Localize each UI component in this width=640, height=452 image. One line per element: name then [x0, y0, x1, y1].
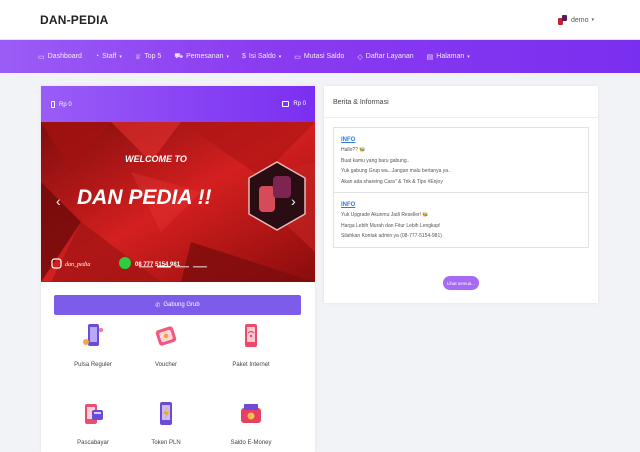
- nav-item-label: Dashboard: [47, 53, 82, 60]
- nav-item-label: Top 5: [144, 53, 162, 60]
- news-line: Yuk gabung Grup wa...Jangan malu bertany…: [341, 168, 451, 174]
- nav-item-daftar-layanan[interactable]: ◇ Daftar Layanan: [357, 53, 413, 61]
- service-voucher[interactable]: Voucher: [126, 322, 206, 368]
- news-item: INFO Hallo?? 🐝 Buat kamu yang baru gabun…: [334, 128, 588, 193]
- book-icon: ▤: [426, 53, 434, 61]
- nav-item-isi-saldo[interactable]: $ Isi Saldo ▾: [242, 53, 281, 60]
- carousel-next-icon[interactable]: ›: [291, 193, 296, 209]
- nav-item-halaman[interactable]: ▤ Halaman ▾: [427, 53, 470, 61]
- balance-left: Rp 0: [51, 101, 72, 108]
- nav-item-pemesanan[interactable]: ⛟ Pemesanan ▾: [174, 52, 229, 61]
- tag-icon: ◇: [357, 53, 363, 61]
- nav-item-mutasi-saldo[interactable]: ▭ Mutasi Saldo: [294, 53, 344, 61]
- whatsapp-icon: [119, 257, 131, 269]
- voucher-icon: [155, 326, 177, 346]
- dashboard-left-panel: Rp 0 Rp 0 WELCOME TO DAN PEDIA !! ‹ › da…: [41, 86, 315, 452]
- service-label: Voucher: [154, 362, 178, 368]
- chevron-down-icon: ▾: [226, 53, 229, 60]
- news-line: Yuk Upgrade Akunmu Jadi Reseller! 🐝: [341, 212, 429, 218]
- carousel-indicator[interactable]: [157, 266, 171, 268]
- chevron-down-icon: ▾: [591, 17, 594, 23]
- dollar-icon: $: [242, 53, 246, 60]
- service-label: Pulsa Reguler: [74, 362, 112, 368]
- mobile-icon: [51, 101, 55, 108]
- bag-icon: ◔: [94, 53, 100, 60]
- banner-welcome-text: WELCOME TO: [125, 154, 187, 164]
- news-line: Silahkan Kontak admin ya (08-777-5154-98…: [341, 233, 442, 239]
- cart-icon: ⛟: [174, 53, 184, 60]
- carousel-prev-icon[interactable]: ‹: [56, 193, 61, 209]
- join-group-button[interactable]: ✆ Gabung Grub: [54, 295, 301, 315]
- service-pulsa-reguler[interactable]: Pulsa Reguler: [53, 322, 133, 368]
- banner-title-text: DAN PEDIA !!: [77, 186, 212, 209]
- service-label: Pascabayar: [77, 440, 109, 446]
- whatsapp-icon: ✆: [155, 302, 161, 309]
- nav-item-top-5[interactable]: ♕ Top 5: [135, 53, 161, 61]
- nav-item-dashboard[interactable]: ▭ Dashboard: [38, 53, 82, 61]
- user-menu[interactable]: demo ▾: [557, 14, 594, 26]
- news-tag[interactable]: INFO: [341, 137, 581, 143]
- internet-package-icon: [245, 324, 257, 347]
- balance-left-value: Rp 0: [59, 101, 72, 108]
- nav-item-label: Pemesanan: [186, 53, 224, 60]
- pln-token-icon: [160, 402, 172, 425]
- phone-pulsa-icon: [83, 324, 104, 346]
- service-saldo-emoney[interactable]: Saldo E-Money: [211, 400, 291, 446]
- news-list: INFO Hallo?? 🐝 Buat kamu yang baru gabun…: [333, 127, 589, 248]
- carousel-indicator[interactable]: [193, 266, 207, 268]
- service-pascabayar[interactable]: Pascabayar: [53, 400, 133, 446]
- service-label: Paket Internet: [232, 362, 270, 368]
- emoney-icon: [241, 404, 261, 423]
- trophy-icon: ♕: [134, 53, 142, 61]
- service-token-pln[interactable]: Token PLN: [126, 400, 206, 446]
- monitor-icon: ▭: [294, 53, 301, 61]
- divider: [324, 117, 598, 118]
- service-label: Saldo E-Money: [230, 440, 272, 446]
- news-line: Harga Lebih Murah dan Fitur Lebih Lengka…: [341, 222, 441, 229]
- carousel-indicator[interactable]: [139, 266, 153, 268]
- balance-bar: Rp 0 Rp 0: [41, 86, 315, 122]
- main-navbar: ▭ Dashboard ◔ Staff ▾ ♕ Top 5 ⛟ Pemesanan ▾ $ Isi S…: [0, 40, 640, 73]
- join-group-label: Gabung Grub: [163, 302, 200, 308]
- banner-instagram-handle: dan_pedia: [65, 262, 90, 268]
- news-line: Buat kamu yang baru gabung..: [341, 157, 410, 164]
- news-panel-title: Berita & Informasi: [333, 99, 389, 106]
- news-tag[interactable]: INFO: [341, 202, 581, 208]
- user-avatar-icon: [557, 15, 567, 25]
- promo-banner-carousel[interactable]: WELCOME TO DAN PEDIA !! ‹ › dan_pedia 08…: [41, 122, 315, 282]
- chevron-down-icon: ▾: [467, 53, 470, 60]
- top-header: DAN-PEDIA demo ▾: [0, 0, 640, 40]
- nav-item-staff[interactable]: ◔ Staff ▾: [95, 53, 122, 60]
- balance-right: Rp 0: [282, 101, 306, 107]
- monitor-icon: ▭: [38, 53, 45, 61]
- nav-item-label: Mutasi Saldo: [303, 53, 345, 60]
- balance-right-value: Rp 0: [293, 101, 306, 107]
- see-all-button[interactable]: Lihat semua...: [443, 276, 479, 290]
- news-line: Hallo?? 🐝: [341, 147, 366, 153]
- wallet-icon: [282, 101, 290, 107]
- nav-item-label: Isi Saldo: [248, 53, 276, 60]
- postpaid-icon: [85, 404, 103, 424]
- news-item: INFO Yuk Upgrade Akunmu Jadi Reseller! 🐝…: [334, 193, 588, 247]
- service-label: Token PLN: [151, 440, 181, 446]
- news-line: Akan ada shareing Cara" & Trik & Tips #E…: [341, 178, 443, 185]
- nav-item-label: Daftar Layanan: [365, 53, 414, 60]
- user-name: demo: [570, 16, 589, 24]
- nav-item-label: Halaman: [436, 53, 465, 60]
- carousel-indicator[interactable]: [175, 266, 189, 268]
- service-paket-internet[interactable]: Paket Internet: [211, 322, 291, 368]
- nav-item-label: Staff: [102, 53, 117, 60]
- nav-menu: ▭ Dashboard ◔ Staff ▾ ♕ Top 5 ⛟ Pemesanan ▾ $ Isi S…: [38, 40, 483, 73]
- chevron-down-icon: ▾: [278, 53, 282, 60]
- chevron-down-icon: ▾: [119, 53, 122, 60]
- news-panel: Berita & Informasi INFO Hallo?? 🐝 Buat k…: [324, 86, 598, 303]
- brand-logo-text[interactable]: DAN-PEDIA: [40, 13, 108, 27]
